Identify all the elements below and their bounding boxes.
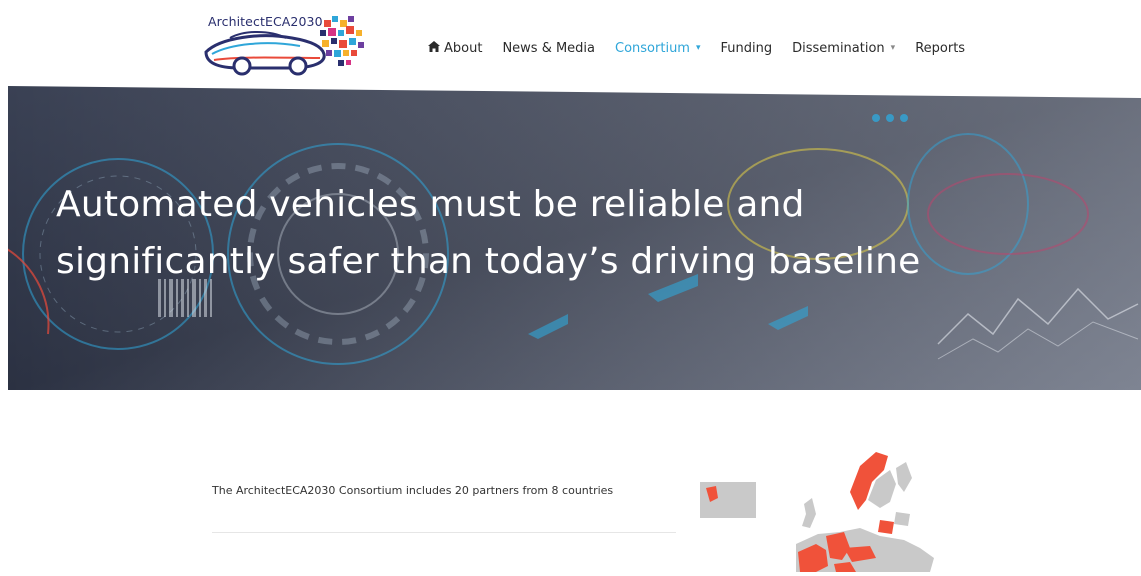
nav-item-dissemination[interactable]: Dissemination ▾ xyxy=(792,41,895,56)
hero-heading-line-2: significantly safer than today’s driving… xyxy=(56,241,921,282)
nav-item-funding[interactable]: Funding xyxy=(721,41,773,56)
nav-label-news-media: News & Media xyxy=(502,40,596,56)
nav-label-reports: Reports xyxy=(915,40,966,56)
section-divider xyxy=(212,532,676,533)
europe-partner-map xyxy=(700,448,940,572)
europe-map-image xyxy=(700,452,934,572)
hero-heading: Automated vehicles must be reliable and … xyxy=(56,176,1056,290)
nav-item-news-media[interactable]: News & Media xyxy=(502,41,595,56)
site-logo[interactable]: ArchitectECA2030 xyxy=(200,8,372,80)
nav-item-about[interactable]: About xyxy=(428,40,483,56)
main-nav: About News & Media Consortium ▾ Funding … xyxy=(428,38,985,58)
nav-item-consortium[interactable]: Consortium ▾ xyxy=(615,41,700,56)
nav-label-funding: Funding xyxy=(720,40,773,56)
logo-text: ArchitectECA2030 xyxy=(208,14,323,29)
chevron-down-icon: ▾ xyxy=(695,43,701,53)
nav-label-about: About xyxy=(444,40,483,56)
consortium-summary: The ArchitectECA2030 Consortium includes… xyxy=(212,484,614,497)
hero-heading-line-1: Automated vehicles must be reliable and xyxy=(56,184,805,225)
hero-banner: Automated vehicles must be reliable and … xyxy=(8,84,1141,390)
nav-item-reports[interactable]: Reports xyxy=(915,41,965,56)
chevron-down-icon: ▾ xyxy=(890,43,896,53)
home-icon xyxy=(428,40,440,56)
nav-label-consortium: Consortium xyxy=(615,40,690,56)
nav-label-dissemination: Dissemination xyxy=(792,40,885,56)
